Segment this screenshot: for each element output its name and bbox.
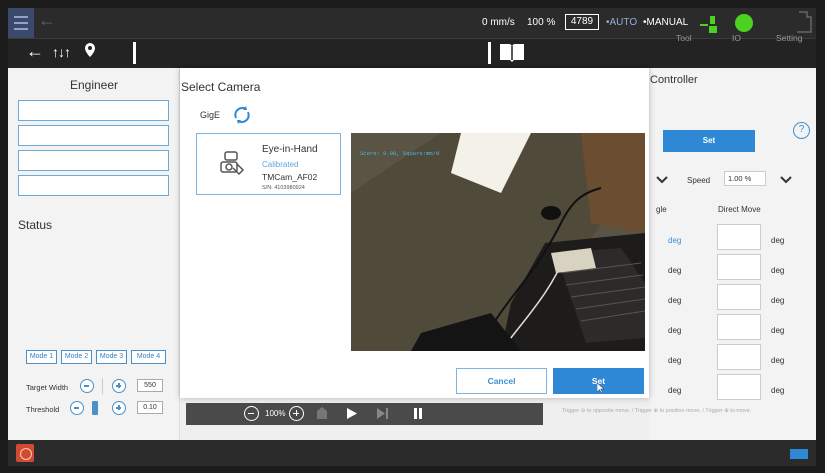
mode-3-button[interactable]: Mode 3 — [96, 350, 127, 364]
camera-model: TMCam_AF02 — [262, 172, 318, 182]
nav-divider — [133, 42, 136, 64]
dialog-title: Select Camera — [181, 80, 261, 94]
controller-set-button[interactable]: Set — [663, 130, 755, 152]
camera-icon — [220, 151, 245, 176]
interface-label: GigE — [200, 110, 221, 120]
threshold-minus-icon[interactable] — [70, 401, 84, 415]
engineer-field-2[interactable] — [18, 125, 169, 146]
mode-1-button[interactable]: Mode 1 — [26, 350, 57, 364]
threshold-plus-icon[interactable] — [112, 401, 126, 415]
robot-arm-icon — [700, 16, 717, 33]
direct-move-input[interactable] — [717, 314, 761, 340]
direct-move-input[interactable] — [717, 254, 761, 280]
step-icon[interactable] — [377, 408, 389, 419]
direct-move-unit: deg — [771, 386, 785, 395]
book-icon[interactable] — [498, 42, 526, 62]
sliders-icon[interactable]: ↑↓↑ — [52, 44, 71, 60]
bottom-bar — [8, 440, 816, 466]
direct-move-unit: deg — [771, 326, 785, 335]
camera-live-view — [351, 133, 645, 351]
back-arrow-icon[interactable]: ← — [38, 10, 56, 31]
location-pin-icon[interactable] — [84, 42, 96, 58]
angle-unit: deg — [668, 356, 682, 365]
angle-unit: deg — [668, 326, 682, 335]
auto-mode[interactable]: •AUTO — [606, 17, 637, 28]
chevron-down-icon[interactable] — [656, 176, 668, 184]
direct-move-input[interactable] — [717, 374, 761, 400]
power-readout: 4789 — [565, 14, 599, 30]
tab-setting[interactable]: Setting — [776, 33, 802, 43]
target-width-input[interactable]: 550 — [137, 379, 163, 392]
engineer-field-1[interactable] — [18, 100, 169, 121]
vision-overlay-text: Score: 0.00, Square:mm/d — [360, 150, 440, 157]
camera-card[interactable]: Eye-in-Hand Calibrated TMCam_AF02 S/N: 4… — [196, 133, 341, 195]
engineer-field-4[interactable] — [18, 175, 169, 196]
refresh-icon[interactable] — [231, 104, 253, 126]
zoom-level: 100% — [265, 409, 286, 418]
cancel-button[interactable]: Cancel — [456, 368, 547, 394]
camera-name: Eye-in-Hand — [262, 144, 318, 155]
direct-move-unit: deg — [771, 296, 785, 305]
angle-unit: deg — [668, 386, 682, 395]
zoom-out-icon[interactable] — [244, 406, 259, 421]
mouse-cursor-icon — [597, 383, 605, 394]
divider — [102, 378, 103, 394]
tab-tool[interactable]: Tool — [676, 33, 692, 43]
direct-move-input[interactable] — [717, 224, 761, 250]
mode-2-button[interactable]: Mode 2 — [61, 350, 92, 364]
threshold-input[interactable]: 0.10 — [137, 401, 163, 414]
engineer-field-3[interactable] — [18, 150, 169, 171]
target-width-label: Target Width — [26, 383, 69, 392]
tab-io[interactable]: IO — [732, 33, 741, 43]
panel-title: Controller — [650, 74, 698, 86]
angle-unit: deg — [668, 236, 682, 245]
mode-4-button[interactable]: Mode 4 — [131, 350, 166, 364]
snapshot-icon[interactable] — [315, 405, 329, 421]
direct-move-unit: deg — [771, 236, 785, 245]
back-icon[interactable]: ← — [26, 41, 44, 62]
keyboard-icon[interactable] — [790, 449, 808, 459]
angle-column-header: gle — [656, 205, 667, 214]
top-status-bar — [8, 8, 816, 38]
direct-move-input[interactable] — [717, 344, 761, 370]
panel-title: Engineer — [69, 78, 119, 92]
speed-label: Speed — [687, 176, 711, 185]
error-icon[interactable] — [16, 444, 34, 462]
angle-unit: deg — [668, 296, 682, 305]
nav-divider — [488, 42, 491, 64]
speed-readout: 0 mm/s — [482, 17, 515, 28]
zoom-in-icon[interactable] — [289, 406, 304, 421]
menu-icon[interactable] — [8, 8, 34, 38]
percent-readout: 100 % — [527, 17, 556, 28]
direct-move-unit: deg — [771, 266, 785, 275]
threshold-slider-handle[interactable] — [92, 401, 98, 415]
threshold-label: Threshold — [26, 405, 60, 414]
direct-move-input[interactable] — [717, 284, 761, 310]
status-label: Status — [18, 218, 53, 232]
media-controls-bar — [186, 403, 543, 425]
speed-select[interactable]: 1.00 % — [724, 171, 766, 186]
help-icon[interactable]: ? — [793, 122, 810, 139]
target-width-minus-icon[interactable] — [80, 379, 94, 393]
angle-unit: deg — [668, 266, 682, 275]
trigger-hint: Trigger ⊖ to opposite move. / Trigger ⊕ … — [562, 408, 752, 414]
target-width-plus-icon[interactable] — [112, 379, 126, 393]
nav-bar — [8, 38, 816, 68]
direct-move-header: Direct Move — [718, 205, 761, 214]
chevron-down-icon[interactable] — [780, 176, 792, 184]
robot-status-icon[interactable] — [795, 10, 813, 34]
play-icon[interactable] — [347, 408, 357, 419]
direct-move-unit: deg — [771, 356, 785, 365]
pause-icon[interactable] — [414, 408, 422, 419]
status-led-icon — [735, 14, 753, 32]
camera-serial: S/N: 4103980924 — [262, 185, 305, 191]
camera-status: Calibrated — [262, 160, 299, 169]
manual-mode[interactable]: •MANUAL — [643, 17, 688, 28]
